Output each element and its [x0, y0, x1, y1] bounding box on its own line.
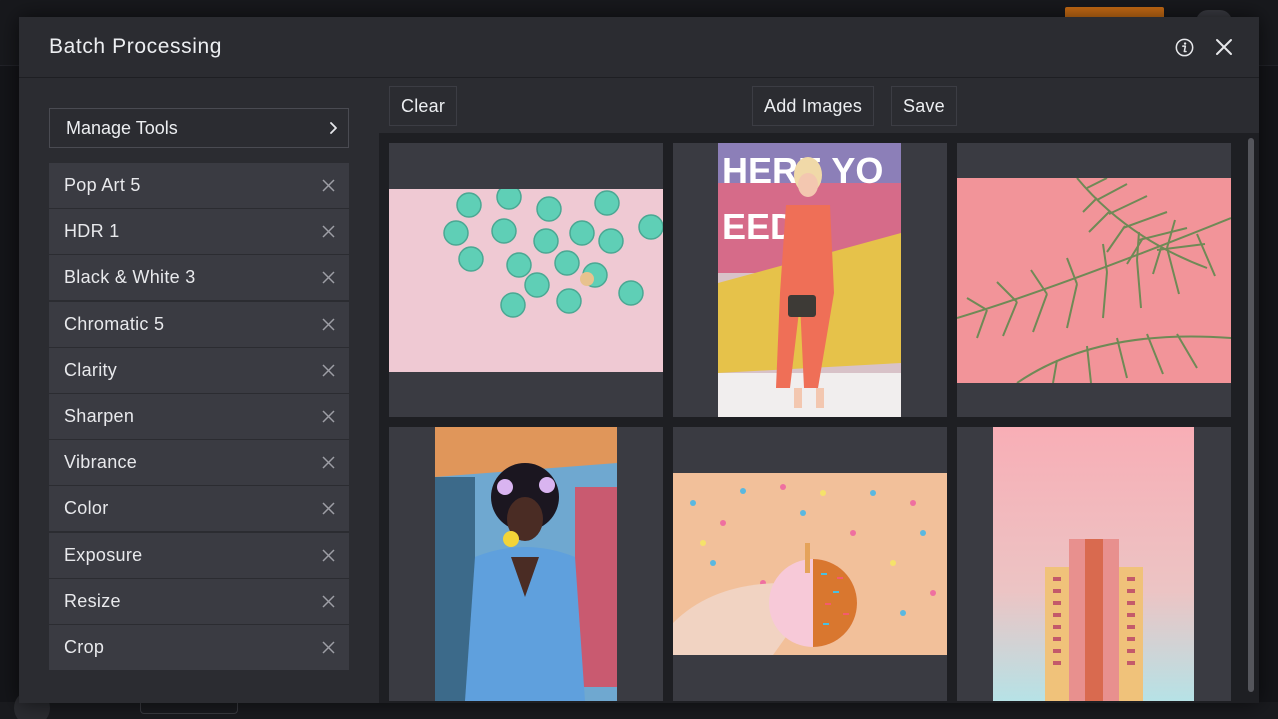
batch-processing-modal: Batch Processing Manage Tools Pop Art 5 … [19, 17, 1259, 703]
remove-tool-icon[interactable] [322, 641, 335, 654]
image-thumbnail-tower[interactable] [957, 427, 1231, 701]
tool-item-label: Crop [64, 636, 105, 657]
tool-item-label: Resize [64, 590, 121, 611]
manage-tools-label: Manage Tools [66, 117, 178, 138]
tool-item-chromatic-5[interactable]: Chromatic 5 [49, 301, 349, 347]
tool-item-vibrance[interactable]: Vibrance [49, 440, 349, 486]
tool-item-label: Black & White 3 [64, 267, 196, 288]
tool-list: Pop Art 5 HDR 1 Black & White 3 Chromati… [49, 163, 349, 671]
remove-tool-icon[interactable] [322, 364, 335, 377]
tool-item-label: Color [64, 498, 109, 519]
tool-item-resize[interactable]: Resize [49, 578, 349, 624]
image-thumbnail-cupcakes[interactable] [389, 143, 663, 417]
image-toolbar: Clear Add Images Save [379, 78, 1259, 133]
add-images-button[interactable]: Add Images [752, 86, 875, 126]
tool-item-crop[interactable]: Crop [49, 624, 349, 670]
cupcakes-photo [389, 189, 663, 372]
tool-item-label: Vibrance [64, 452, 138, 473]
tool-item-black-white-3[interactable]: Black & White 3 [49, 255, 349, 301]
remove-tool-icon[interactable] [322, 271, 335, 284]
woman-denim-photo [435, 427, 617, 701]
info-circle-icon[interactable] [1175, 38, 1194, 57]
remove-tool-icon[interactable] [322, 318, 335, 331]
woman-coral-photo: HERE YO EED B [718, 143, 901, 417]
clear-button[interactable]: Clear [389, 86, 458, 126]
tool-item-label: Clarity [64, 359, 118, 380]
tool-item-sharpen[interactable]: Sharpen [49, 393, 349, 439]
remove-tool-icon[interactable] [322, 410, 335, 423]
remove-tool-icon[interactable] [322, 225, 335, 238]
close-icon[interactable] [1215, 38, 1233, 56]
tool-item-label: Sharpen [64, 405, 135, 426]
tool-item-clarity[interactable]: Clarity [49, 347, 349, 393]
remove-tool-icon[interactable] [322, 548, 335, 562]
donut-photo [673, 473, 947, 655]
image-thumbnail-palm[interactable] [957, 143, 1231, 417]
tool-item-label: Pop Art 5 [64, 175, 141, 195]
tool-item-exposure[interactable]: Exposure [49, 532, 349, 578]
modal-title: Batch Processing [49, 35, 223, 58]
image-grid-scrollbar[interactable] [1248, 138, 1254, 692]
image-grid: HERE YO EED B [379, 133, 1259, 703]
image-thumbnail-woman-coral[interactable]: HERE YO EED B [673, 143, 947, 417]
tool-item-label: HDR 1 [64, 221, 120, 242]
remove-tool-icon[interactable] [322, 595, 335, 608]
modal-header: Batch Processing [19, 17, 1259, 78]
remove-tool-icon[interactable] [322, 502, 335, 515]
tool-item-label: Chromatic 5 [64, 313, 165, 334]
image-thumbnail-woman-denim[interactable] [389, 427, 663, 701]
save-button[interactable]: Save [891, 86, 957, 126]
remove-tool-icon[interactable] [322, 179, 335, 192]
manage-tools-button[interactable]: Manage Tools [49, 108, 349, 148]
tower-photo [993, 427, 1194, 701]
image-panel: Clear Add Images Save HERE YO EED B [379, 78, 1259, 703]
chevron-right-icon [330, 122, 337, 134]
tool-item-label: Exposure [64, 544, 143, 565]
palm-photo [957, 178, 1231, 383]
remove-tool-icon[interactable] [322, 456, 335, 469]
tool-item-pop-art-5[interactable]: Pop Art 5 [49, 163, 349, 208]
tool-item-color[interactable]: Color [49, 486, 349, 532]
image-thumbnail-donut[interactable] [673, 427, 947, 701]
tool-item-hdr-1[interactable]: HDR 1 [49, 209, 349, 255]
